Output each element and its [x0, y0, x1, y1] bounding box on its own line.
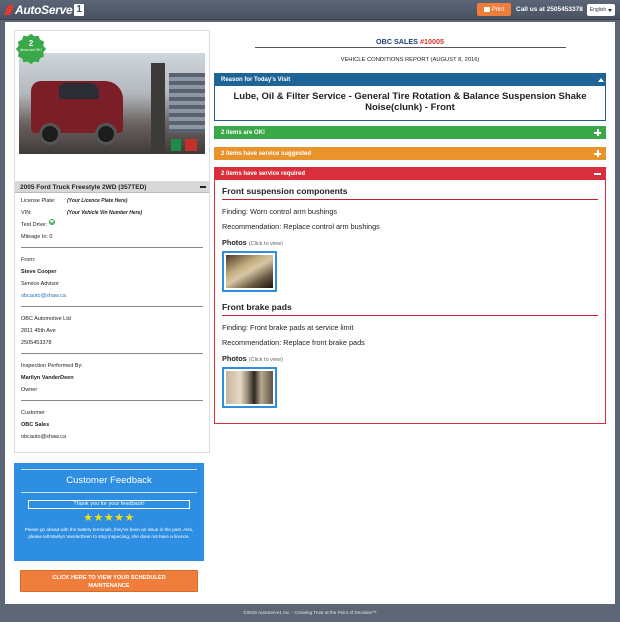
- advisor-role: Service Advisor: [21, 281, 59, 287]
- inspector-name: Marilyn VanderDeen: [21, 375, 74, 381]
- expand-plus-icon[interactable]: [594, 129, 601, 136]
- divider: [21, 400, 203, 401]
- expand-plus-icon[interactable]: [594, 150, 601, 157]
- items-ok-bar[interactable]: 2 items are OK!: [214, 126, 606, 139]
- item-recommendation: Recommendation: Replace control arm bush…: [222, 222, 380, 231]
- advisor-email-link[interactable]: obcauto@shaw.ca: [21, 290, 203, 302]
- inspector-role: Owner: [21, 387, 38, 393]
- chevron-up-icon[interactable]: [598, 77, 604, 82]
- vehicle-photo[interactable]: [19, 53, 205, 154]
- report-page: 2 items are OK! 2005 Ford Truck Freestyl…: [5, 22, 615, 604]
- footer-text: ©2016 AutoServe1 Inc. - Creating Trust a…: [243, 610, 377, 615]
- top-bar: AutoServe 1 Print Call us at 2505453378 …: [0, 0, 620, 20]
- photo-thumbnail[interactable]: [222, 367, 277, 408]
- divider: [21, 306, 203, 307]
- collapse-icon[interactable]: [197, 182, 209, 193]
- logo-text: AutoServe: [15, 3, 73, 17]
- print-label: Print: [491, 6, 505, 13]
- report-subtitle: VEHICLE CONDITIONS REPORT (AUGUST 8, 201…: [340, 57, 480, 63]
- check-icon: [48, 219, 55, 225]
- shop-address: 2811 45th Ave: [21, 328, 56, 334]
- report-number: #10005: [419, 37, 444, 46]
- vin-value: (Your Vehicle Vin Number Here): [67, 210, 143, 216]
- service-item: Front brake pads Finding: Front brake pa…: [222, 302, 598, 408]
- shop-phone: 2505453378: [21, 340, 52, 346]
- customer-email: obcauto@shaw.ca: [21, 434, 67, 440]
- customer-name: OBC Sales: [21, 422, 50, 428]
- logo-mark-icon: [4, 5, 14, 15]
- autoserve-logo[interactable]: AutoServe 1: [4, 3, 84, 17]
- item-recommendation: Recommendation: Replace front brake pads: [222, 338, 365, 347]
- feedback-message: Please go ahead with the battery termina…: [24, 527, 194, 539]
- print-button[interactable]: Print: [477, 3, 511, 16]
- item-title: Front brake pads: [222, 302, 292, 312]
- service-item: Front suspension components Finding: Wor…: [222, 186, 598, 292]
- items-ok-text: items are OK!: [20, 48, 42, 52]
- language-select[interactable]: English: [587, 4, 615, 16]
- license-value: (Your Licence Plate Here): [67, 198, 128, 204]
- feedback-thanks: Thank you for your feedback!: [28, 500, 190, 509]
- vin-row: VIN: (Your Vehicle Vin Number Here): [21, 207, 203, 219]
- title-rule: [255, 47, 566, 48]
- photos-label: Photos (Click to view): [222, 238, 283, 247]
- report-title: OBC SALES #10005: [376, 37, 444, 46]
- items-ok-count: 2: [28, 39, 34, 48]
- item-title: Front suspension components: [222, 186, 348, 196]
- vehicle-info-card: 2005 Ford Truck Freestyle 2WD (357TED) L…: [14, 181, 210, 453]
- language-value: English: [589, 7, 607, 13]
- logo-badge: 1: [74, 4, 84, 16]
- customer-feedback-panel: Customer Feedback Thank you for your fee…: [14, 463, 204, 561]
- customer-label: Customer: [21, 410, 45, 416]
- feedback-title: Customer Feedback: [66, 475, 152, 486]
- reason-header[interactable]: Reason for Today's Visit: [214, 73, 606, 86]
- license-row: License Plate: (Your Licence Plate Here): [21, 195, 203, 207]
- reason-text: Lube, Oil & Filter Service - General Tir…: [214, 86, 606, 121]
- view-maintenance-button[interactable]: CLICK HERE TO VIEW YOUR SCHEDULED MAINTE…: [20, 570, 198, 592]
- service-suggested-bar[interactable]: 2 items have service suggested: [214, 147, 606, 160]
- call-us-text: Call us at 2505453378: [516, 6, 583, 13]
- vehicle-photo-card: 2 items are OK!: [14, 30, 210, 190]
- service-required-bar[interactable]: 2 items have service required: [214, 167, 606, 180]
- test-drive-row: Test Drive:: [21, 219, 203, 231]
- shop-name: OBC Automotive Ltd: [21, 316, 71, 322]
- photo-thumbnail[interactable]: [222, 251, 277, 292]
- chevron-down-icon: [608, 8, 613, 12]
- service-required-panel: Front suspension components Finding: Wor…: [214, 180, 606, 424]
- printer-icon: [483, 7, 490, 12]
- star-rating: ★★★★★: [83, 512, 135, 524]
- vehicle-title: 2005 Ford Truck Freestyle 2WD (357TED): [20, 183, 147, 191]
- divider: [21, 353, 203, 354]
- divider: [21, 247, 203, 248]
- photos-label: Photos (Click to view): [222, 354, 283, 363]
- collapse-minus-icon[interactable]: [594, 172, 601, 175]
- from-label: From:: [21, 257, 36, 263]
- vehicle-info-header[interactable]: 2005 Ford Truck Freestyle 2WD (357TED): [15, 182, 209, 193]
- item-finding: Finding: Front brake pads at service lim…: [222, 323, 354, 332]
- item-finding: Finding: Worn control arm bushings: [222, 207, 338, 216]
- inspector-label: Inspection Performed By:: [21, 363, 83, 369]
- advisor-name: Steve Cooper: [21, 269, 57, 275]
- mileage-row: Mileage In: 0: [21, 234, 53, 240]
